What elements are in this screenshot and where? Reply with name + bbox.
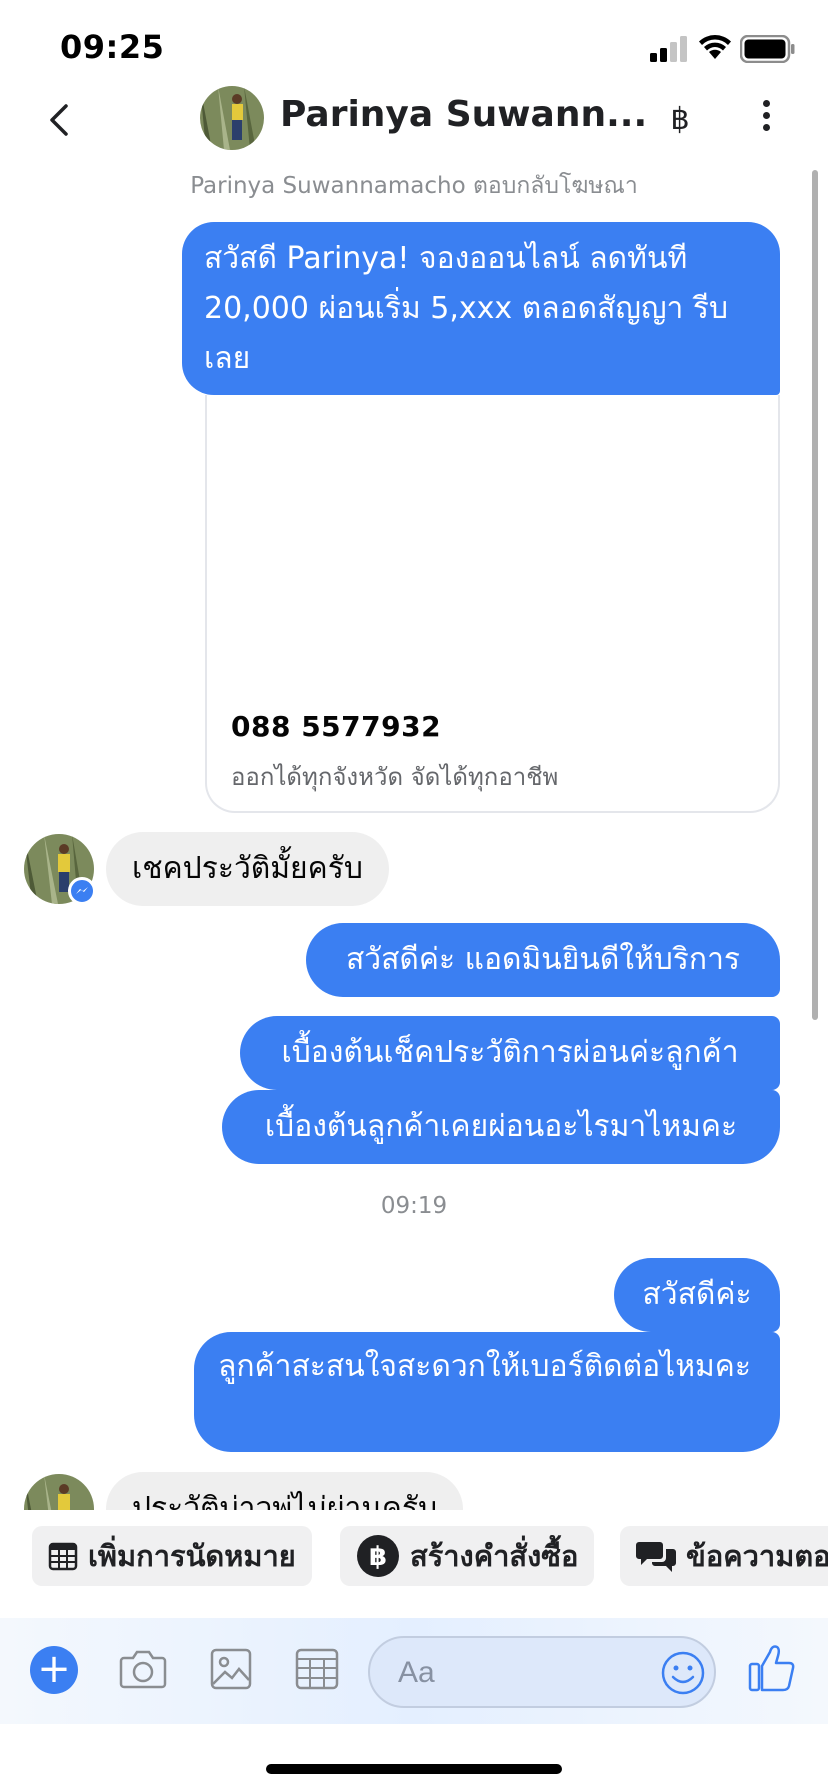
message-text: สวัสดีค่ะ แอดมินยินดีให้บริการ — [345, 942, 741, 977]
conversation-header: Parinya Suwann... ฿ — [0, 80, 828, 160]
svg-text:฿: ฿ — [369, 1542, 387, 1572]
contact-avatar[interactable] — [24, 1474, 94, 1510]
message-bubble-incoming[interactable]: เชคประวัติมั้ยครับ — [106, 832, 389, 906]
ad-card-description: ออกได้ทุกจังหวัด จัดได้ทุกอาชีพ — [231, 763, 559, 791]
create-order-button[interactable]: ฿ สร้างคำสั่งซื้อ — [340, 1526, 595, 1586]
home-indicator[interactable] — [266, 1764, 562, 1774]
baht-icon[interactable]: ฿ — [665, 100, 695, 140]
scrollbar-thumb[interactable] — [812, 170, 818, 1020]
message-text: สวัสดีค่ะ — [642, 1277, 752, 1312]
contact-name[interactable]: Parinya Suwann... — [280, 94, 647, 135]
emoji-icon[interactable] — [660, 1650, 706, 1696]
camera-icon[interactable] — [118, 1644, 168, 1694]
message-bubble-outgoing[interactable]: สวัสดีค่ะ — [614, 1258, 780, 1332]
chip-label: สร้างคำสั่งซื้อ — [410, 1539, 579, 1573]
quick-actions-bar: เพิ่มการนัดหมาย ฿ สร้างคำสั่งซื้อ ข้อควา… — [0, 1512, 828, 1592]
saved-replies-button[interactable]: ข้อความตอ — [620, 1526, 828, 1586]
message-composer: + — [0, 1618, 828, 1724]
message-list[interactable]: Parinya Suwannamacho ตอบกลับโฆษณา สวัสดี… — [0, 0, 828, 1510]
chat-bubbles-icon — [636, 1542, 676, 1572]
message-timestamp: 09:19 — [380, 1193, 448, 1219]
ad-reply-context: Parinya Suwannamacho ตอบกลับโฆษณา — [190, 173, 638, 199]
message-text: เบื้องต้นเช็คประวัติการผ่อนค่ะลูกค้า — [281, 1035, 739, 1070]
calendar-icon — [48, 1542, 78, 1571]
message-bubble-incoming[interactable]: ประวัติบ่าวพ่ไม่ผ่านครับ — [106, 1472, 464, 1510]
message-bubble-outgoing[interactable]: สวัสดีค่ะ แอดมินยินดีให้บริการ — [306, 923, 780, 997]
message-bubble-outgoing[interactable]: เบื้องต้นเช็คประวัติการผ่อนค่ะลูกค้า — [240, 1016, 780, 1090]
messenger-badge-icon — [68, 877, 96, 905]
message-text: ประวัติบ่าวพ่ไม่ผ่านครับ — [132, 1491, 438, 1510]
add-appointment-button[interactable]: เพิ่มการนัดหมาย — [32, 1526, 312, 1586]
baht-icon: ฿ — [357, 1535, 399, 1577]
scrollbar[interactable] — [812, 170, 818, 1020]
calendar-icon[interactable] — [292, 1644, 342, 1694]
message-text: เบื้องต้นลูกค้าเคยผ่อนอะไรมาไหมคะ — [264, 1109, 738, 1144]
message-bubble-outgoing[interactable]: สวัสดี Parinya! จองออนไลน์ ลดทันที 20,00… — [182, 222, 780, 395]
ad-card[interactable]: 088 5577932 ออกได้ทุกจังหวัด จัดได้ทุกอา… — [205, 395, 780, 813]
like-icon[interactable] — [748, 1642, 796, 1694]
message-text: ลูกค้าสะสนใจสะดวกให้เบอร์ติดต่อไหมคะ — [218, 1349, 751, 1384]
ad-card-phone: 088 5577932 — [231, 710, 442, 743]
message-text: สวัสดี Parinya! จองออนไลน์ ลดทันที 20,00… — [204, 241, 729, 376]
chip-label: เพิ่มการนัดหมาย — [88, 1539, 296, 1573]
image-icon[interactable] — [206, 1644, 256, 1694]
message-input-wrapper[interactable] — [368, 1636, 716, 1708]
add-icon[interactable]: + — [30, 1646, 78, 1694]
message-text: เชคประวัติมั้ยครับ — [132, 851, 363, 886]
message-bubble-outgoing[interactable]: ลูกค้าสะสนใจสะดวกให้เบอร์ติดต่อไหมคะ — [194, 1332, 780, 1452]
message-bubble-outgoing[interactable]: เบื้องต้นลูกค้าเคยผ่อนอะไรมาไหมคะ — [222, 1090, 780, 1164]
header-avatar[interactable] — [200, 86, 264, 150]
chip-label: ข้อความตอ — [686, 1539, 828, 1573]
more-options-icon[interactable] — [753, 96, 779, 140]
back-icon[interactable] — [40, 98, 80, 142]
message-input[interactable] — [398, 1652, 618, 1694]
